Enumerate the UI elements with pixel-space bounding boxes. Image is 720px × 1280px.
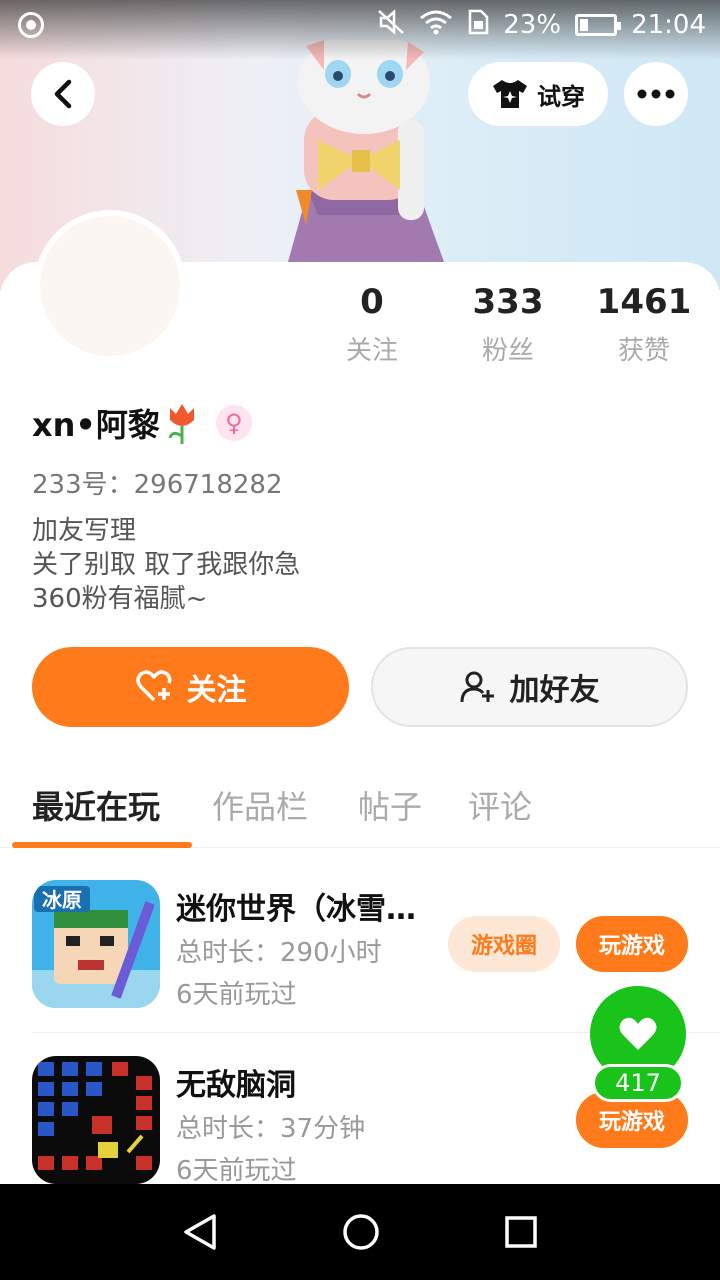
stat-fans[interactable]: 333 粉丝: [440, 282, 576, 367]
wifi-icon: [419, 9, 453, 41]
game-circle-button[interactable]: 游戏圈: [448, 916, 560, 972]
stat-label: 粉丝: [481, 336, 534, 366]
follow-button[interactable]: 关注: [32, 647, 349, 727]
tab-recently-played[interactable]: 最近在玩: [32, 782, 160, 828]
battery-fill: [580, 19, 589, 31]
add-friend-label: 加好友: [509, 673, 600, 708]
triangle-back-icon: [184, 1214, 216, 1250]
status-bar: 23% 21:04: [0, 0, 720, 50]
name-row: xn•阿黎 ♀: [32, 400, 252, 446]
game-title: 无敌脑洞: [176, 1068, 296, 1103]
try-on-label: 试穿: [537, 82, 585, 111]
tab-works[interactable]: 作品栏: [212, 782, 308, 828]
back-button[interactable]: [31, 62, 95, 126]
game-playtime: 总时长：37分钟: [176, 1114, 366, 1144]
game-last-played: 6天前玩过: [176, 1156, 297, 1186]
clock: 21:04: [631, 10, 706, 40]
avatar[interactable]: [34, 210, 186, 362]
stat-likes[interactable]: 1461 获赞: [576, 282, 712, 367]
nav-back-button[interactable]: [176, 1208, 224, 1256]
add-user-icon: [460, 671, 494, 703]
play-game-button[interactable]: 玩游戏: [576, 916, 688, 972]
username: xn•阿黎: [32, 406, 160, 444]
tulip-emoji-icon: [168, 404, 194, 444]
heart-plus-icon: [135, 670, 171, 702]
chevron-left-icon: [54, 79, 72, 109]
camera-icon: [18, 12, 44, 38]
sim-icon: [467, 9, 489, 41]
stat-label: 关注: [345, 336, 398, 366]
character-avatar-image: [288, 40, 444, 262]
bio-line: 关了别取 取了我跟你急: [32, 550, 301, 580]
more-dots-icon: [637, 89, 675, 99]
heart-icon: [619, 1017, 657, 1050]
try-on-button[interactable]: 试穿: [468, 62, 608, 126]
stat-value: 1461: [596, 282, 692, 322]
nav-home-button[interactable]: [337, 1208, 385, 1256]
bio-line: 加友写理: [32, 516, 137, 546]
square-recents-icon: [505, 1216, 537, 1248]
game-playtime: 总时长：290小时: [176, 938, 382, 968]
mute-icon: [377, 9, 405, 41]
game-icon-mini-world: 冰原: [32, 880, 160, 1008]
tshirt-icon: [493, 80, 527, 108]
tab-posts[interactable]: 帖子: [358, 782, 422, 828]
active-tab-indicator: [12, 842, 192, 848]
system-nav-bar: [0, 1184, 720, 1280]
game-icon-brain-hole: [32, 1056, 160, 1184]
female-gender-icon: ♀: [215, 405, 252, 441]
game-title: 迷你世界（冰雪…: [176, 892, 416, 927]
game-icon-label: 冰原: [42, 888, 82, 912]
tab-comments[interactable]: 评论: [468, 782, 532, 828]
circle-home-icon: [343, 1214, 379, 1250]
user-id: 233号：296718282: [32, 470, 283, 500]
game-last-played: 6天前玩过: [176, 980, 297, 1010]
stat-value: 333: [472, 282, 544, 322]
like-count-badge: 417: [592, 1064, 684, 1102]
stat-label: 获赞: [617, 336, 670, 366]
stat-value: 0: [360, 282, 384, 322]
more-button[interactable]: [624, 62, 688, 126]
add-friend-button[interactable]: 加好友: [371, 647, 688, 727]
stat-following[interactable]: 0 关注: [304, 282, 440, 367]
follow-label: 关注: [186, 673, 247, 708]
battery-percent: 23%: [503, 10, 562, 40]
battery-icon: [575, 14, 622, 36]
profile-tabs: 最近在玩 作品栏 帖子 评论: [0, 776, 720, 848]
bio: 加友写理 关了别取 取了我跟你急 360粉有福腻~: [32, 514, 300, 616]
bio-line: 360粉有福腻~: [32, 584, 208, 614]
nav-recents-button[interactable]: [497, 1208, 545, 1256]
stats-row: 0 关注 333 粉丝 1461 获赞: [300, 282, 720, 372]
